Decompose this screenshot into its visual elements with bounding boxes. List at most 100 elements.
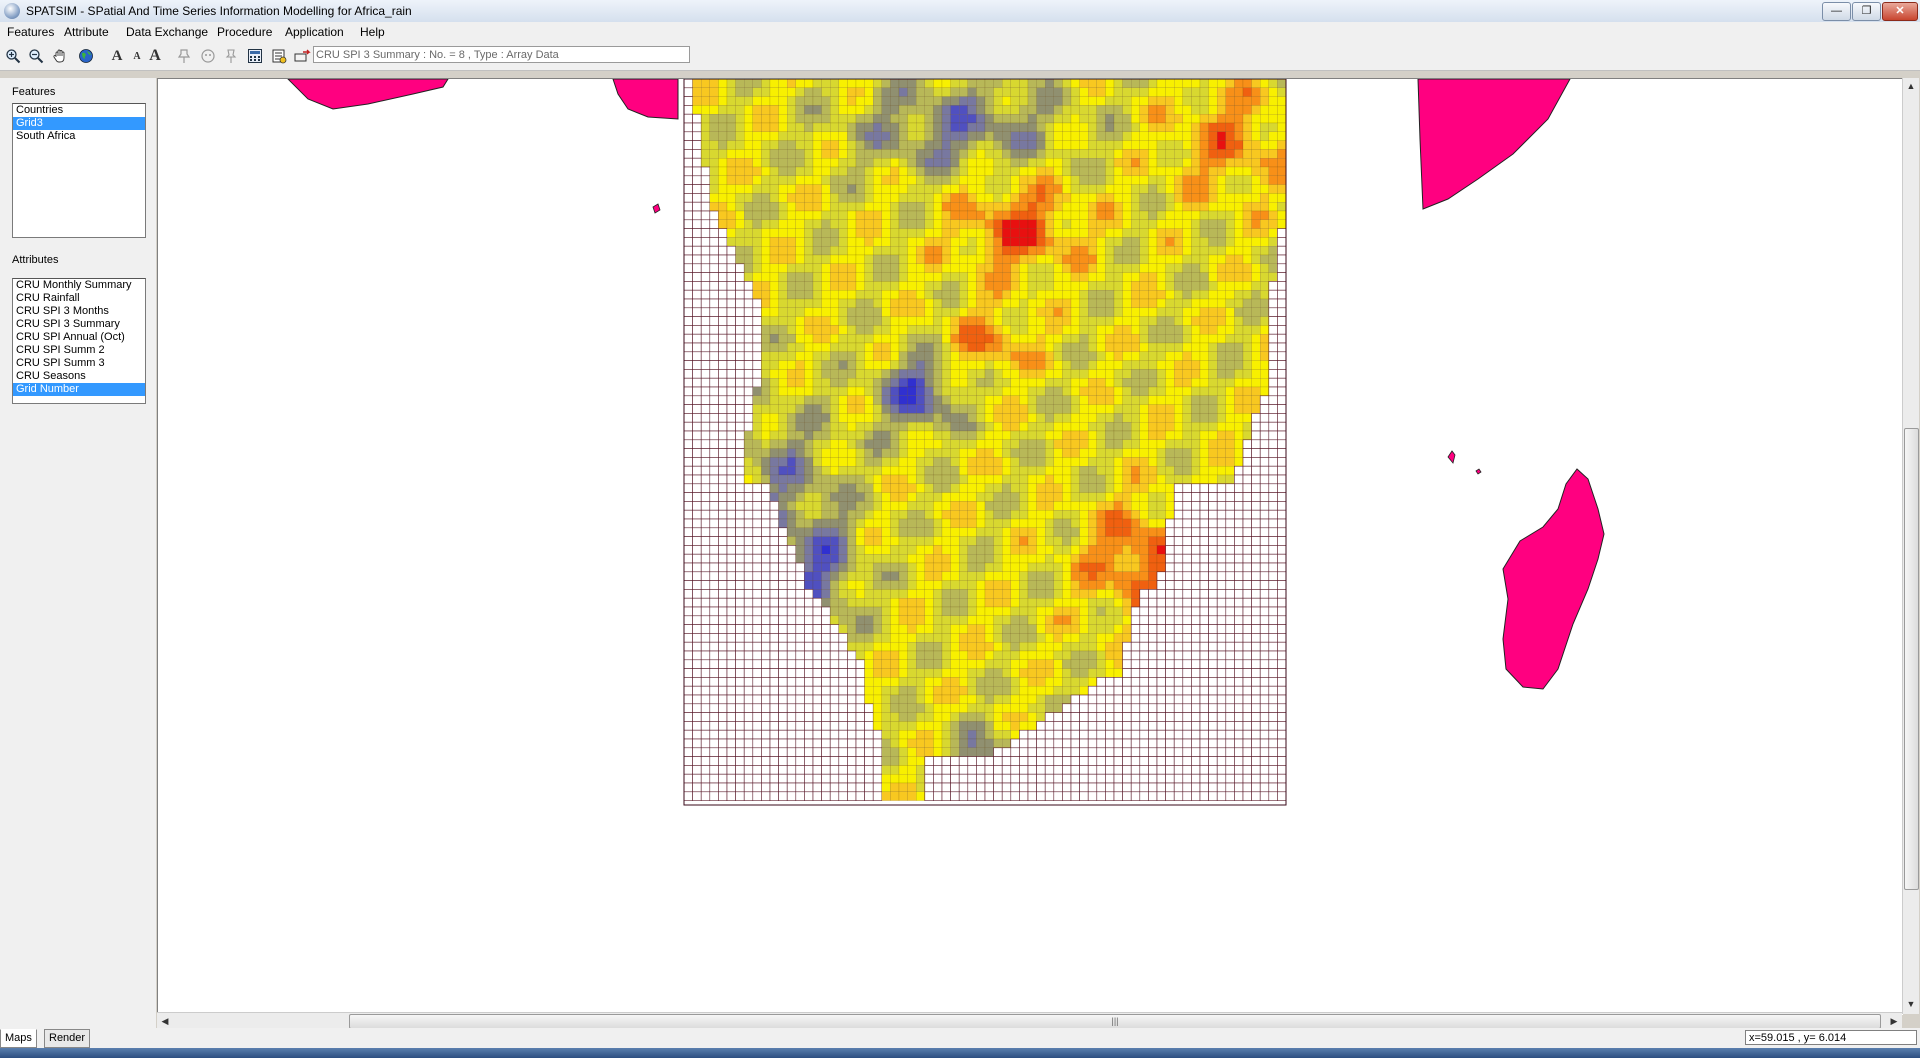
grid-cell (1156, 606, 1166, 617)
grid-cell (795, 615, 805, 625)
attributes-item-cru-monthly-summary[interactable]: CRU Monthly Summary (13, 279, 145, 292)
grid-cell (873, 501, 883, 511)
grid-cell (916, 149, 926, 159)
grid-cell (1002, 606, 1012, 617)
grid-cell (993, 422, 1003, 432)
attributes-item-cru-spi-3-summary[interactable]: CRU SPI 3 Summary (13, 318, 145, 331)
grid-cell (1079, 201, 1089, 212)
grid-cell (838, 483, 848, 493)
grid-cell (830, 527, 840, 537)
grid-cell (1277, 87, 1287, 97)
menu-attribute[interactable]: Attribute (64, 25, 109, 39)
grid-cell (1148, 492, 1158, 502)
pan-hand-icon[interactable] (49, 46, 71, 66)
grid-cell (1156, 439, 1166, 449)
zoom-out-icon[interactable] (25, 46, 47, 66)
grid-cell (1182, 333, 1192, 344)
attributes-item-cru-spi-summ-2[interactable]: CRU SPI Summ 2 (13, 344, 145, 357)
map-canvas[interactable] (158, 79, 1903, 1015)
attributes-item-cru-seasons[interactable]: CRU Seasons (13, 370, 145, 383)
grid-cell (1105, 237, 1115, 247)
export-icon[interactable] (292, 46, 314, 66)
grid-cell (700, 289, 711, 300)
menu-data-exchange[interactable]: Data Exchange (126, 25, 208, 39)
grid-cell (1234, 307, 1244, 317)
grid-cell (907, 571, 917, 581)
grid-cell (950, 237, 960, 247)
grid-cell (916, 448, 926, 458)
grid-cell (1088, 430, 1098, 441)
features-list[interactable]: Countries Grid3 South Africa (12, 103, 146, 238)
menu-help[interactable]: Help (360, 25, 385, 39)
grid-cell (1079, 466, 1089, 476)
grid-cell (718, 360, 728, 370)
attributes-item-cru-spi-3-months[interactable]: CRU SPI 3 Months (13, 305, 145, 318)
menu-procedure[interactable]: Procedure (217, 25, 272, 39)
query-icon[interactable] (173, 46, 195, 66)
grid-cell (907, 527, 917, 537)
grid-cell (1079, 615, 1089, 625)
grid-cell (881, 157, 891, 168)
menu-features[interactable]: Features (7, 25, 54, 39)
grid-cell (1036, 210, 1046, 221)
grid-cell (1216, 677, 1227, 687)
grid-cell (941, 237, 951, 247)
grid-cell (941, 79, 951, 89)
menu-application[interactable]: Application (285, 25, 344, 39)
minimize-button[interactable]: — (1822, 2, 1851, 21)
attributes-item-grid-number[interactable]: Grid Number (13, 383, 145, 396)
grid-cell (924, 615, 934, 625)
grid-cell (907, 316, 917, 326)
map-view[interactable] (157, 78, 1903, 1015)
identify-icon[interactable] (197, 46, 219, 66)
grid-cell (838, 554, 848, 564)
grid-cell (864, 510, 874, 520)
features-item-south-africa[interactable]: South Africa (13, 130, 145, 143)
font-large-button[interactable]: A (106, 46, 128, 66)
close-button[interactable]: ✕ (1882, 2, 1918, 21)
grid-cell (821, 518, 831, 529)
grid-cell (1199, 140, 1209, 150)
features-item-grid3[interactable]: Grid3 (13, 117, 145, 130)
grid-cell (1045, 289, 1055, 300)
features-item-countries[interactable]: Countries (13, 104, 145, 117)
attributes-item-cru-rainfall[interactable]: CRU Rainfall (13, 292, 145, 305)
grid-cell (984, 615, 994, 625)
attributes-list[interactable]: CRU Monthly Summary CRU Rainfall CRU SPI… (12, 278, 146, 404)
zoom-in-icon[interactable] (2, 46, 24, 66)
grid-cell (1053, 686, 1063, 696)
grid-cell (1105, 87, 1115, 97)
grid-cell (1174, 219, 1184, 229)
grid-cell (1036, 333, 1046, 344)
grid-cell (1113, 131, 1123, 141)
globe-icon[interactable] (75, 46, 97, 66)
grid-cell (1105, 422, 1115, 432)
grid-cell (1208, 457, 1218, 467)
grid-cell (1096, 149, 1106, 159)
grid-cell (1182, 210, 1192, 221)
grid-cell (1242, 474, 1252, 485)
grid-cell (1277, 157, 1287, 168)
grid-cell (933, 677, 943, 687)
report-icon[interactable] (268, 46, 290, 66)
font-bold-button[interactable]: A (144, 46, 166, 66)
attributes-item-cru-spi-annual[interactable]: CRU SPI Annual (Oct) (13, 331, 145, 344)
attributes-item-cru-spi-summ-3[interactable]: CRU SPI Summ 3 (13, 357, 145, 370)
pin-icon[interactable] (220, 46, 242, 66)
grid-cell (1148, 140, 1158, 150)
maximize-button[interactable]: ❐ (1852, 2, 1881, 21)
grid-cell (1019, 677, 1029, 687)
calculator-icon[interactable] (244, 46, 266, 66)
grid-cell (795, 87, 805, 97)
grid-cell (1002, 228, 1012, 238)
grid-cell (959, 298, 969, 309)
grid-cell (1277, 685, 1287, 696)
grid-cell (1234, 580, 1244, 590)
grid-cell (1079, 598, 1089, 608)
grid-cell (1105, 659, 1115, 669)
grid-cell (1019, 501, 1029, 511)
grid-cell (726, 650, 736, 661)
grid-cell (1036, 562, 1046, 573)
grid-cell (795, 219, 805, 229)
grid-cell (941, 140, 951, 150)
